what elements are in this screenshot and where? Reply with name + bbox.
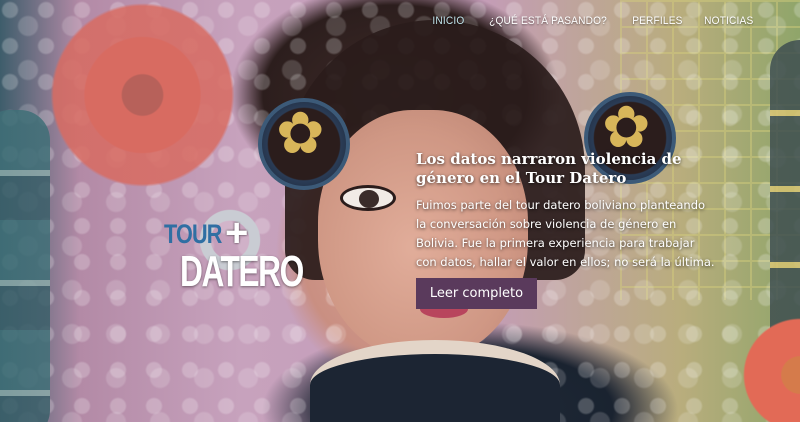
logo-tour-text: TOUR [164,219,222,249]
background-stones-left [0,110,50,422]
nav-item-que-esta-pasando[interactable]: ¿QUÉ ESTÁ PASANDO? [489,15,607,27]
hero-description: Fuimos parte del tour datero boliviano p… [416,198,715,269]
hero-banner: INICIO ¿QUÉ ESTÁ PASANDO? PERFILES NOTIC… [0,0,800,422]
read-more-button[interactable]: Leer completo [416,278,537,309]
illustration-eye [340,185,396,211]
hero-title: Los datos narraron violencia de género e… [416,150,682,187]
background-flower-top-left [35,0,250,190]
illustration-shirt [310,340,560,422]
tour-datero-logo[interactable]: TOUR + DATERO [160,205,310,305]
nav-item-inicio[interactable]: INICIO [432,15,464,27]
illustration-hair-bun-left [258,98,350,190]
logo-datero-text: DATERO [180,247,304,296]
hero-content: Los datos narraron violencia de género e… [416,150,716,272]
main-nav: INICIO ¿QUÉ ESTÁ PASANDO? PERFILES NOTIC… [431,15,756,27]
nav-item-noticias[interactable]: NOTICIAS [705,15,754,27]
nav-item-perfiles[interactable]: PERFILES [632,15,682,27]
